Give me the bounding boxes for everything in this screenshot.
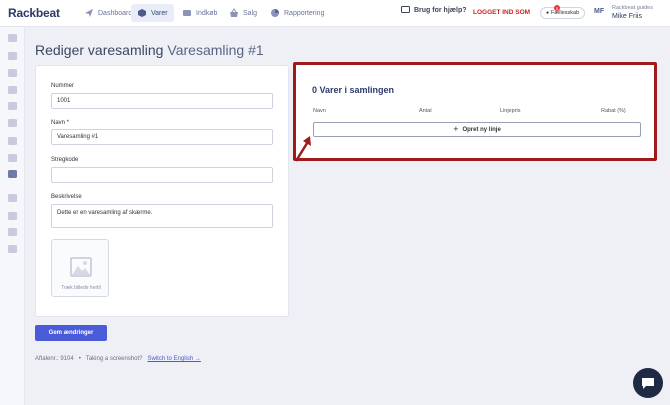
- settings-icon[interactable]: [8, 245, 17, 253]
- box-icon: [138, 9, 146, 17]
- nav-salg[interactable]: Salg: [223, 4, 263, 22]
- add-line-label: Opret ny linje: [462, 126, 501, 133]
- footer-info: Aftalenr.: 9104 • Taking a screenshot? S…: [35, 356, 201, 362]
- plus-icon: +: [453, 124, 459, 134]
- report-icon[interactable]: [8, 137, 17, 145]
- avatar[interactable]: MF: [594, 8, 607, 19]
- chat-bubble-icon: [642, 377, 654, 389]
- barcode-input[interactable]: [51, 167, 273, 183]
- send-icon: [85, 9, 93, 17]
- location-icon[interactable]: [8, 154, 17, 162]
- page-title-main: Rediger varesamling: [35, 42, 164, 58]
- basket-icon: [230, 8, 238, 17]
- support-chat-button[interactable]: [633, 368, 663, 398]
- nav-varer[interactable]: Varer: [131, 4, 174, 22]
- user-org: Rackbeat guides: [612, 5, 653, 11]
- cart-icon: [183, 10, 191, 16]
- nav-indkob-label: Indkøb: [196, 9, 218, 17]
- sidebar: ›: [0, 27, 25, 405]
- nav-dashboard[interactable]: Dashboard: [78, 4, 138, 22]
- image-dropzone[interactable]: Træk billede hertil: [51, 239, 109, 297]
- form-card: Nummer 1001 Navn * Varesamling #1 Stregk…: [35, 65, 289, 317]
- page-title: Rediger varesamling Varesamling #1: [35, 42, 264, 58]
- layers-icon[interactable]: [8, 119, 17, 127]
- image-dropzone-label: Træk billede hertil: [61, 285, 101, 291]
- folder-icon[interactable]: [8, 86, 17, 94]
- user-name[interactable]: Mike Friis: [612, 13, 642, 20]
- description-textarea[interactable]: Dette er en varesamling af skærme.: [51, 204, 273, 228]
- nav-dashboard-label: Dashboard: [98, 9, 133, 17]
- number-input[interactable]: 1001: [51, 93, 273, 109]
- nav-salg-label: Salg: [243, 9, 258, 17]
- notification-badge: 5: [554, 5, 560, 11]
- column-header-quantity: Antal: [419, 108, 432, 114]
- column-header-name: Navn: [313, 108, 326, 114]
- nav-varer-label: Varer: [151, 9, 168, 17]
- transfer-icon[interactable]: [8, 212, 17, 220]
- column-header-discount: Rabat (%): [601, 108, 626, 114]
- barcode-label: Stregkode: [51, 157, 79, 163]
- page-title-sub: Varesamling #1: [167, 42, 264, 58]
- add-line-button[interactable]: + Opret ny linje: [313, 122, 641, 137]
- nav-rapportering[interactable]: Rapportering: [264, 4, 330, 22]
- help-link[interactable]: Brug for hjælp?: [401, 6, 467, 14]
- collection-panel: 0 Varer i samlingen Navn Antal Linjepris…: [293, 62, 657, 161]
- save-button[interactable]: Gem ændringer: [35, 325, 107, 341]
- description-label: Beskrivelse: [51, 194, 82, 200]
- file-icon[interactable]: [8, 228, 17, 236]
- column-header-line-price: Linjepris: [500, 108, 521, 114]
- screenshot-prompt: Taking a screenshot?: [85, 356, 143, 362]
- order-number: Aftalenr.: 9104: [35, 356, 74, 362]
- nav-indkob[interactable]: Indkøb: [176, 4, 223, 22]
- list-icon[interactable]: [8, 52, 17, 60]
- tag-icon[interactable]: [8, 34, 17, 42]
- document-icon[interactable]: [8, 194, 17, 202]
- name-input[interactable]: Varesamling #1: [51, 129, 273, 145]
- logged-in-as-button[interactable]: LOGGET IND SOM: [473, 9, 530, 16]
- name-label: Navn *: [51, 120, 70, 126]
- annotation-arrow: [294, 136, 311, 162]
- collection-title: 0 Varer i samlingen: [312, 85, 395, 95]
- help-label: Brug for hjælp?: [414, 6, 467, 14]
- collection-icon[interactable]: [8, 170, 17, 178]
- app-logo[interactable]: Rackbeat: [8, 6, 60, 20]
- folder-open-icon[interactable]: [8, 102, 17, 110]
- community-pill[interactable]: ● Fællesskab: [540, 7, 586, 19]
- dot-icon: ●: [546, 10, 550, 16]
- top-bar: Rackbeat Dashboard Varer Indkøb Salg Rap…: [0, 0, 670, 27]
- switch-language-link[interactable]: Switch to English →: [148, 356, 201, 362]
- pie-chart-icon: [271, 9, 279, 17]
- chart-icon[interactable]: [8, 69, 17, 77]
- chat-icon: [401, 6, 410, 13]
- nav-rapportering-label: Rapportering: [284, 9, 325, 17]
- footer-separator: •: [78, 356, 81, 362]
- number-label: Nummer: [51, 83, 75, 89]
- image-icon: [70, 257, 92, 277]
